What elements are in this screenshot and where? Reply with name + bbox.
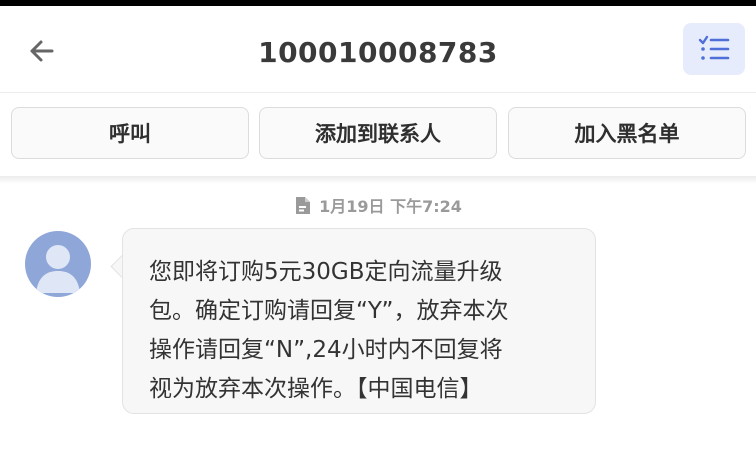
add-to-blacklist-button[interactable]: 加入黑名单	[508, 107, 746, 159]
menu-button[interactable]	[683, 23, 745, 75]
message-line: 包。确定订购请回复“Y”，放弃本次	[149, 298, 509, 324]
checklist-icon	[698, 35, 730, 60]
sender-avatar[interactable]	[25, 231, 91, 297]
page-title: 100010008783	[258, 36, 498, 69]
person-avatar-icon	[36, 245, 80, 293]
action-bar-shadow	[0, 176, 756, 184]
message-timestamp: 1月19日 下午7:24	[0, 193, 756, 217]
add-to-contacts-button[interactable]: 添加到联系人	[259, 107, 497, 159]
header-bar: 100010008783	[0, 6, 756, 92]
call-button[interactable]: 呼叫	[11, 107, 249, 159]
message-bubble[interactable]: 您即将订购5元30GB定向流量升级 包。确定订购请回复“Y”，放弃本次 操作请回…	[122, 228, 596, 414]
timestamp-text: 1月19日 下午7:24	[319, 197, 462, 216]
message-line: 视为放弃本次操作。【中国电信】	[149, 376, 483, 402]
sms-document-icon	[296, 196, 311, 214]
action-bar: 呼叫 添加到联系人 加入黑名单	[0, 92, 756, 177]
message-line: 操作请回复“N”,24小时内不回复将	[149, 337, 503, 363]
message-line: 您即将订购5元30GB定向流量升级	[149, 259, 503, 285]
